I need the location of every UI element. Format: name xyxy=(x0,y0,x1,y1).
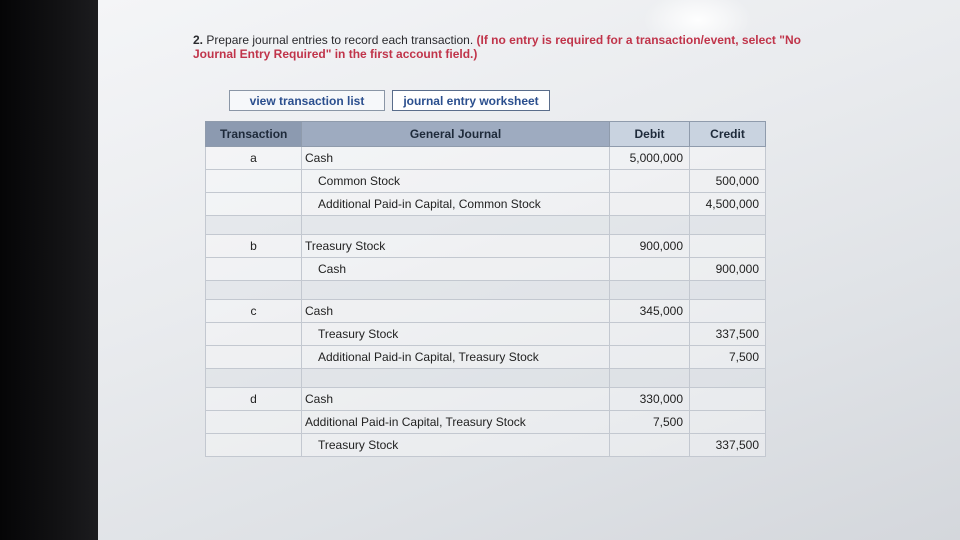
table-row: Common Stock 500,000 xyxy=(205,169,766,193)
credit-cell[interactable] xyxy=(689,299,766,323)
debit-cell[interactable] xyxy=(609,169,690,193)
blank-cell[interactable] xyxy=(609,368,690,388)
table-row: Additional Paid-in Capital, Treasury Sto… xyxy=(205,410,766,434)
question-text: Prepare journal entries to record each t… xyxy=(206,33,474,47)
table-header-row: Transaction General Journal Debit Credit xyxy=(205,121,766,147)
account-cell[interactable]: Treasury Stock xyxy=(301,234,610,258)
credit-cell[interactable]: 4,500,000 xyxy=(689,192,766,216)
account-cell[interactable]: Cash xyxy=(301,299,610,323)
transaction-cell[interactable]: a xyxy=(205,146,302,170)
transaction-cell[interactable] xyxy=(205,169,302,193)
table-row: c Cash 345,000 xyxy=(205,299,766,323)
debit-cell[interactable]: 5,000,000 xyxy=(609,146,690,170)
view-transaction-list-button[interactable]: view transaction list xyxy=(229,90,385,111)
blank-cell[interactable] xyxy=(301,280,610,300)
credit-cell[interactable]: 337,500 xyxy=(689,322,766,346)
account-cell[interactable]: Additional Paid-in Capital, Treasury Sto… xyxy=(301,345,610,369)
blank-cell[interactable] xyxy=(205,368,302,388)
header-general-journal: General Journal xyxy=(301,121,610,147)
account-cell[interactable]: Cash xyxy=(301,257,610,281)
monitor-bezel xyxy=(0,0,98,540)
debit-cell[interactable] xyxy=(609,322,690,346)
account-cell[interactable]: Common Stock xyxy=(301,169,610,193)
transaction-cell[interactable]: c xyxy=(205,299,302,323)
credit-cell[interactable]: 7,500 xyxy=(689,345,766,369)
blank-cell[interactable] xyxy=(205,215,302,235)
account-cell[interactable]: Treasury Stock xyxy=(301,433,610,457)
general-journal-table: Transaction General Journal Debit Credit… xyxy=(205,121,766,457)
debit-cell[interactable] xyxy=(609,345,690,369)
question-number: 2. xyxy=(193,33,204,47)
account-cell[interactable]: Cash xyxy=(301,387,610,411)
blank-row xyxy=(205,368,766,388)
blank-cell[interactable] xyxy=(689,215,766,235)
transaction-cell[interactable]: d xyxy=(205,387,302,411)
account-cell[interactable]: Additional Paid-in Capital, Treasury Sto… xyxy=(301,410,610,434)
table-row: Treasury Stock 337,500 xyxy=(205,433,766,457)
blank-cell[interactable] xyxy=(609,215,690,235)
debit-cell[interactable]: 345,000 xyxy=(609,299,690,323)
transaction-cell[interactable] xyxy=(205,322,302,346)
debit-cell[interactable]: 330,000 xyxy=(609,387,690,411)
transaction-cell[interactable] xyxy=(205,410,302,434)
table-row: d Cash 330,000 xyxy=(205,387,766,411)
blank-cell[interactable] xyxy=(689,280,766,300)
transaction-cell[interactable] xyxy=(205,433,302,457)
credit-cell[interactable]: 337,500 xyxy=(689,433,766,457)
credit-cell[interactable] xyxy=(689,387,766,411)
transaction-cell[interactable] xyxy=(205,192,302,216)
table-row: b Treasury Stock 900,000 xyxy=(205,234,766,258)
blank-cell[interactable] xyxy=(205,280,302,300)
blank-cell[interactable] xyxy=(609,280,690,300)
account-cell[interactable]: Cash xyxy=(301,146,610,170)
blank-cell[interactable] xyxy=(689,368,766,388)
table-row: Treasury Stock 337,500 xyxy=(205,322,766,346)
transaction-cell[interactable] xyxy=(205,257,302,281)
header-transaction: Transaction xyxy=(205,121,302,147)
debit-cell[interactable] xyxy=(609,257,690,281)
credit-cell[interactable] xyxy=(689,410,766,434)
credit-cell[interactable] xyxy=(689,146,766,170)
credit-cell[interactable]: 900,000 xyxy=(689,257,766,281)
debit-cell[interactable]: 900,000 xyxy=(609,234,690,258)
table-row: a Cash 5,000,000 xyxy=(205,146,766,170)
debit-cell[interactable] xyxy=(609,433,690,457)
question-prompt: 2. Prepare journal entries to record eac… xyxy=(193,33,833,61)
debit-cell[interactable] xyxy=(609,192,690,216)
table-row: Additional Paid-in Capital, Common Stock… xyxy=(205,192,766,216)
blank-row xyxy=(205,215,766,235)
account-cell[interactable]: Additional Paid-in Capital, Common Stock xyxy=(301,192,610,216)
credit-cell[interactable] xyxy=(689,234,766,258)
debit-cell[interactable]: 7,500 xyxy=(609,410,690,434)
journal-entry-worksheet-button[interactable]: journal entry worksheet xyxy=(392,90,550,111)
credit-cell[interactable]: 500,000 xyxy=(689,169,766,193)
table-row: Cash 900,000 xyxy=(205,257,766,281)
blank-cell[interactable] xyxy=(301,215,610,235)
table-row: Additional Paid-in Capital, Treasury Sto… xyxy=(205,345,766,369)
account-cell[interactable]: Treasury Stock xyxy=(301,322,610,346)
blank-row xyxy=(205,280,766,300)
blank-cell[interactable] xyxy=(301,368,610,388)
transaction-cell[interactable] xyxy=(205,345,302,369)
header-debit: Debit xyxy=(609,121,690,147)
transaction-cell[interactable]: b xyxy=(205,234,302,258)
header-credit: Credit xyxy=(689,121,766,147)
